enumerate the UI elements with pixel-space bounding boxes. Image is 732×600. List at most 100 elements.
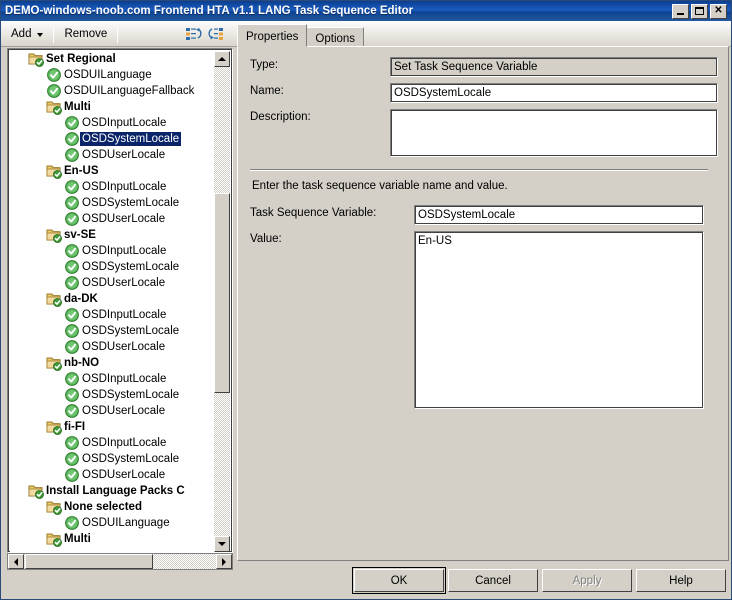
folder-icon	[28, 51, 44, 67]
tree-item-label: OSDUILanguage	[64, 69, 152, 81]
task-sequence-editor-window: DEMO-windows-noob.com Frontend HTA v1.1 …	[0, 0, 732, 600]
cancel-button-label: Cancel	[475, 574, 511, 587]
instruction-text: Enter the task sequence variable name an…	[252, 180, 508, 192]
tree-item-row[interactable]: OSDInputLocale	[10, 371, 216, 387]
check-circle-icon	[64, 451, 80, 467]
add-button-label: Add	[11, 27, 32, 40]
type-value: Set Task Sequence Variable	[390, 57, 718, 77]
tree-group-row[interactable]: Multi	[10, 531, 216, 547]
tree-item-label: Multi	[64, 101, 91, 113]
variable-input[interactable]: OSDSystemLocale	[414, 205, 704, 225]
minimize-button[interactable]	[672, 3, 689, 19]
tree-item-row[interactable]: OSDUserLocale	[10, 275, 216, 291]
tree-item-row[interactable]: OSDSystemLocale	[10, 131, 216, 147]
description-label: Description:	[250, 111, 311, 123]
variable-field-row: Task Sequence Variable: OSDSystemLocale	[250, 205, 704, 225]
tree-item-label: OSDUserLocale	[82, 405, 166, 417]
tree-group-row[interactable]: nb-NO	[10, 355, 216, 371]
tree-group-row[interactable]: sv-SE	[10, 227, 216, 243]
scroll-up-button[interactable]	[214, 51, 230, 67]
tree-item-row[interactable]: OSDSystemLocale	[10, 259, 216, 275]
tree-item-row[interactable]: OSDInputLocale	[10, 179, 216, 195]
tree-item-row[interactable]: OSDInputLocale	[10, 115, 216, 131]
add-button[interactable]: Add	[5, 24, 49, 44]
close-button[interactable]: ✕	[710, 3, 727, 19]
maximize-button[interactable]	[691, 3, 708, 19]
tree-group-row[interactable]: En-US	[10, 163, 216, 179]
tree-item-row[interactable]: OSDUILanguage	[10, 515, 216, 531]
tree-item-label: da-DK	[64, 293, 98, 305]
tree-item-label: OSDUILanguageFallback	[64, 85, 195, 97]
tree-item-label: OSDInputLocale	[82, 245, 167, 257]
cancel-button[interactable]: Cancel	[448, 569, 538, 592]
tree-item-label: OSDSystemLocale	[82, 261, 180, 273]
tree-item-row[interactable]: OSDUserLocale	[10, 211, 216, 227]
folder-icon	[46, 163, 62, 179]
remove-button[interactable]: Remove	[58, 24, 113, 44]
folder-icon	[46, 531, 62, 547]
folder-icon	[46, 291, 62, 307]
folder-icon	[46, 419, 62, 435]
tree-group-row[interactable]: None selected	[10, 499, 216, 515]
vertical-scroll-thumb[interactable]	[214, 193, 230, 393]
tree-item-label: OSDInputLocale	[82, 373, 167, 385]
ok-button[interactable]: OK	[352, 567, 446, 594]
arrow-up-icon	[218, 57, 226, 61]
tree-item-row[interactable]: OSDUserLocale	[10, 147, 216, 163]
check-circle-icon	[64, 275, 80, 291]
check-circle-icon	[64, 259, 80, 275]
tree-group-row[interactable]: da-DK	[10, 291, 216, 307]
arrow-down-icon	[218, 542, 226, 546]
move-up-icon[interactable]	[184, 25, 202, 43]
value-textarea[interactable]: En-US	[414, 231, 704, 409]
tree-item-label: Multi	[64, 533, 91, 545]
scroll-down-button[interactable]	[214, 536, 230, 552]
tree-group-row[interactable]: Set Regional	[10, 51, 216, 67]
check-circle-icon	[64, 515, 80, 531]
check-circle-icon	[64, 403, 80, 419]
tree-group-row[interactable]: fi-FI	[10, 419, 216, 435]
check-circle-icon	[64, 195, 80, 211]
check-circle-icon	[64, 387, 80, 403]
tree-item-row[interactable]: OSDInputLocale	[10, 307, 216, 323]
folder-icon	[46, 99, 62, 115]
tree-item-row[interactable]: OSDSystemLocale	[10, 387, 216, 403]
tree-item-row[interactable]: OSDUILanguage	[10, 67, 216, 83]
folder-icon	[46, 227, 62, 243]
tab-options[interactable]: Options	[306, 27, 365, 47]
move-down-icon[interactable]	[208, 25, 226, 43]
tree-item-row[interactable]: OSDInputLocale	[10, 243, 216, 259]
tree-item-row[interactable]: OSDUserLocale	[10, 467, 216, 483]
tree-group-row[interactable]: Multi	[10, 99, 216, 115]
tree-vertical-scrollbar[interactable]	[214, 51, 230, 552]
variable-label: Task Sequence Variable:	[250, 207, 377, 219]
tree-item-row[interactable]: OSDInputLocale	[10, 435, 216, 451]
tree-item-label: OSDUserLocale	[82, 341, 166, 353]
tree-item-label: OSDUserLocale	[82, 213, 166, 225]
check-circle-icon	[64, 371, 80, 387]
check-circle-icon	[64, 339, 80, 355]
description-input[interactable]	[390, 109, 718, 157]
toolbar-left-group: Add Remove	[5, 21, 237, 47]
tree-item-row[interactable]: OSDUserLocale	[10, 403, 216, 419]
tree-item-label: OSDSystemLocale	[82, 197, 180, 209]
tab-properties[interactable]: Properties	[237, 24, 308, 47]
name-label: Name:	[250, 85, 284, 97]
tree-item-row[interactable]: OSDSystemLocale	[10, 323, 216, 339]
ok-button-label: OK	[390, 574, 408, 587]
tree-item-row[interactable]: OSDSystemLocale	[10, 451, 216, 467]
help-button[interactable]: Help	[636, 569, 726, 592]
tree-item-row[interactable]: OSDUserLocale	[10, 339, 216, 355]
tree-item-label: OSDSystemLocale	[80, 132, 182, 146]
tree-group-row[interactable]: Install Language Packs C	[10, 483, 216, 499]
name-field-row: Name: OSDSystemLocale	[250, 83, 718, 103]
task-sequence-tree[interactable]: Set Regional OSDUILanguage OSDUILanguageFa…	[7, 48, 233, 553]
tree-item-label: Install Language Packs C	[46, 485, 185, 497]
tree-item-label: OSDInputLocale	[82, 309, 167, 321]
tree-item-label: OSDInputLocale	[82, 117, 167, 129]
tree-item-label: OSDUILanguage	[82, 517, 170, 529]
tree-item-row[interactable]: OSDUILanguageFallback	[10, 83, 216, 99]
tree-item-row[interactable]: OSDSystemLocale	[10, 195, 216, 211]
name-input[interactable]: OSDSystemLocale	[390, 83, 718, 103]
apply-button: Apply	[542, 569, 632, 592]
